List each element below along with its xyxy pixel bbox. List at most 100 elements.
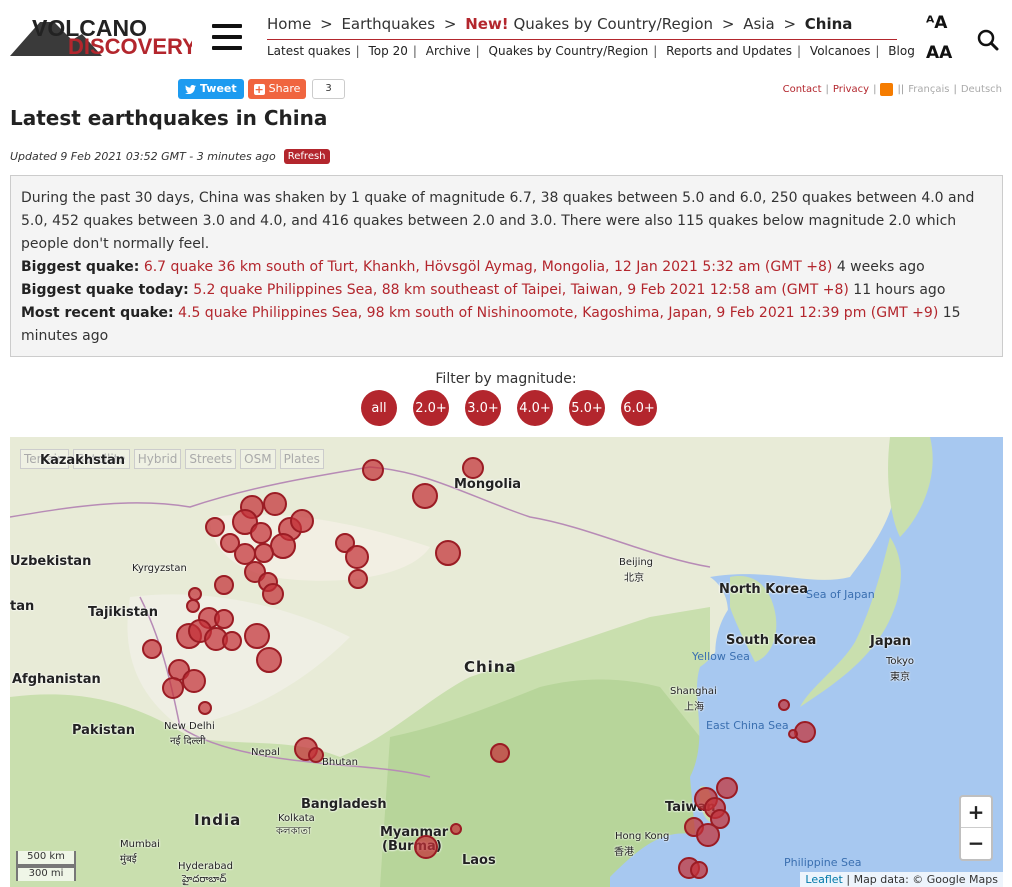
search-icon[interactable] — [977, 29, 999, 51]
german-link[interactable]: Deutsch — [961, 84, 1002, 95]
filter-all-button[interactable]: all — [361, 390, 397, 426]
quake-marker[interactable] — [142, 639, 162, 659]
quake-marker[interactable] — [270, 533, 296, 559]
subnav-by-country[interactable]: Quakes by Country/Region — [489, 44, 649, 58]
layer-hybrid[interactable]: Hybrid — [133, 449, 182, 469]
filter-label: Filter by magnitude: — [435, 371, 577, 387]
font-decrease-icon[interactable]: AA — [926, 38, 954, 68]
twitter-icon — [185, 84, 196, 94]
quake-marker[interactable] — [716, 777, 738, 799]
label-hyderabad: Hyderabad — [178, 861, 233, 872]
label-shanghai: Shanghai — [670, 686, 717, 697]
quake-marker[interactable] — [290, 509, 314, 533]
most-recent-link[interactable]: 4.5 quake Philippines Sea, 98 km south o… — [178, 305, 938, 321]
updated-timestamp: Updated 9 Feb 2021 03:52 GMT - 3 minutes… — [10, 150, 276, 163]
hamburger-menu-icon[interactable] — [212, 24, 242, 50]
quake-marker[interactable] — [778, 699, 790, 711]
zoom-out-button[interactable]: − — [961, 828, 991, 859]
quake-marker[interactable] — [182, 669, 206, 693]
breadcrumb-asia[interactable]: Asia — [743, 15, 774, 33]
new-badge: New! — [465, 15, 509, 33]
earthquake-map[interactable]: Terrain Satellite Hybrid Streets OSM Pla… — [10, 437, 1003, 887]
quake-marker[interactable] — [222, 631, 242, 651]
quake-marker[interactable] — [362, 459, 384, 481]
quake-marker[interactable] — [690, 861, 708, 879]
quake-marker[interactable] — [696, 823, 720, 847]
magnitude-filters: all 2.0+ 3.0+ 4.0+ 5.0+ 6.0+ — [361, 390, 657, 426]
quake-marker[interactable] — [308, 747, 324, 763]
scale-km: 500 km — [16, 851, 76, 866]
rss-icon[interactable] — [880, 83, 894, 96]
quake-marker[interactable] — [244, 623, 270, 649]
breadcrumb-separator: > — [320, 15, 333, 33]
quake-marker[interactable] — [254, 543, 274, 563]
quake-marker[interactable] — [214, 609, 234, 629]
quake-marker[interactable] — [788, 729, 798, 739]
biggest-quake-label: Biggest quake: — [21, 259, 140, 275]
biggest-today-link[interactable]: 5.2 quake Philippines Sea, 88 km southea… — [193, 282, 849, 298]
refresh-button[interactable]: Refresh — [283, 149, 330, 164]
privacy-link[interactable]: Privacy — [833, 84, 869, 95]
breadcrumb-by-country[interactable]: Quakes by Country/Region — [513, 15, 713, 33]
quake-marker[interactable] — [435, 540, 461, 566]
quake-marker[interactable] — [250, 522, 272, 544]
subnav-blog[interactable]: Blog — [888, 44, 915, 58]
breadcrumb-home[interactable]: Home — [267, 15, 311, 33]
font-size-controls: ᴬA AA — [926, 8, 954, 68]
label-tokyo: Tokyo — [886, 656, 914, 667]
quake-marker[interactable] — [348, 569, 368, 589]
layer-plates[interactable]: Plates — [279, 449, 324, 469]
contact-link[interactable]: Contact — [783, 84, 822, 95]
label-new-delhi-local: नई दिल्ली — [170, 736, 206, 747]
quake-marker[interactable] — [186, 599, 200, 613]
quake-marker[interactable] — [205, 517, 225, 537]
subnav-latest-quakes[interactable]: Latest quakes — [267, 44, 351, 58]
quake-marker[interactable] — [262, 583, 284, 605]
filter-4-button[interactable]: 4.0+ — [517, 390, 553, 426]
quake-marker[interactable] — [490, 743, 510, 763]
plus-icon: + — [253, 82, 265, 96]
breadcrumb-separator: > — [783, 15, 797, 33]
share-label: Share — [268, 82, 301, 95]
filter-5-button[interactable]: 5.0+ — [569, 390, 605, 426]
leaflet-link[interactable]: Leaflet — [805, 873, 842, 886]
quake-marker[interactable] — [214, 575, 234, 595]
map-attribution: Leaflet | Map data: © Google Maps — [800, 872, 1003, 887]
label-north-korea: North Korea — [719, 582, 808, 597]
layer-streets[interactable]: Streets — [185, 449, 237, 469]
biggest-today-ago: 11 hours ago — [853, 282, 946, 298]
tweet-button[interactable]: Tweet — [178, 79, 244, 99]
filter-6-button[interactable]: 6.0+ — [621, 390, 657, 426]
subnav-top-20[interactable]: Top 20 — [369, 44, 408, 58]
label-yellow-sea: Yellow Sea — [692, 650, 750, 663]
layer-osm[interactable]: OSM — [240, 449, 276, 469]
filter-3-button[interactable]: 3.0+ — [465, 390, 501, 426]
subnav-reports[interactable]: Reports and Updates — [666, 44, 792, 58]
filter-2-button[interactable]: 2.0+ — [413, 390, 449, 426]
biggest-quake-link[interactable]: 6.7 quake 36 km south of Turt, Khankh, H… — [144, 259, 833, 275]
quake-marker[interactable] — [345, 545, 369, 569]
label-laos: Laos — [462, 853, 496, 868]
breadcrumb-earthquakes[interactable]: Earthquakes — [341, 15, 435, 33]
zoom-in-button[interactable]: + — [961, 797, 991, 828]
quake-marker[interactable] — [198, 701, 212, 715]
quake-marker[interactable] — [263, 492, 287, 516]
quake-marker[interactable] — [162, 677, 184, 699]
volcanodiscovery-logo[interactable]: VOLCANO DISCOVERY — [10, 14, 192, 60]
label-beijing-local: 北京 — [624, 573, 644, 584]
label-hyderabad-local: హైదరాబాద్ — [182, 874, 227, 885]
quake-marker[interactable] — [256, 647, 282, 673]
quake-marker[interactable] — [462, 457, 484, 479]
label-kazakhstan: Kazakhstan — [40, 453, 126, 468]
subnav-archive[interactable]: Archive — [426, 44, 471, 58]
breadcrumb-current: China — [804, 15, 853, 33]
quake-marker[interactable] — [450, 823, 462, 835]
biggest-quake-row: Biggest quake: 6.7 quake 36 km south of … — [21, 256, 992, 279]
label-east-china-sea: East China Sea — [706, 719, 789, 732]
share-button[interactable]: + Share — [247, 79, 307, 99]
subnav-volcanoes[interactable]: Volcanoes — [810, 44, 871, 58]
quake-marker[interactable] — [414, 835, 438, 859]
french-link[interactable]: Français — [908, 84, 949, 95]
quake-marker[interactable] — [412, 483, 438, 509]
font-increase-icon[interactable]: ᴬA — [926, 8, 954, 38]
